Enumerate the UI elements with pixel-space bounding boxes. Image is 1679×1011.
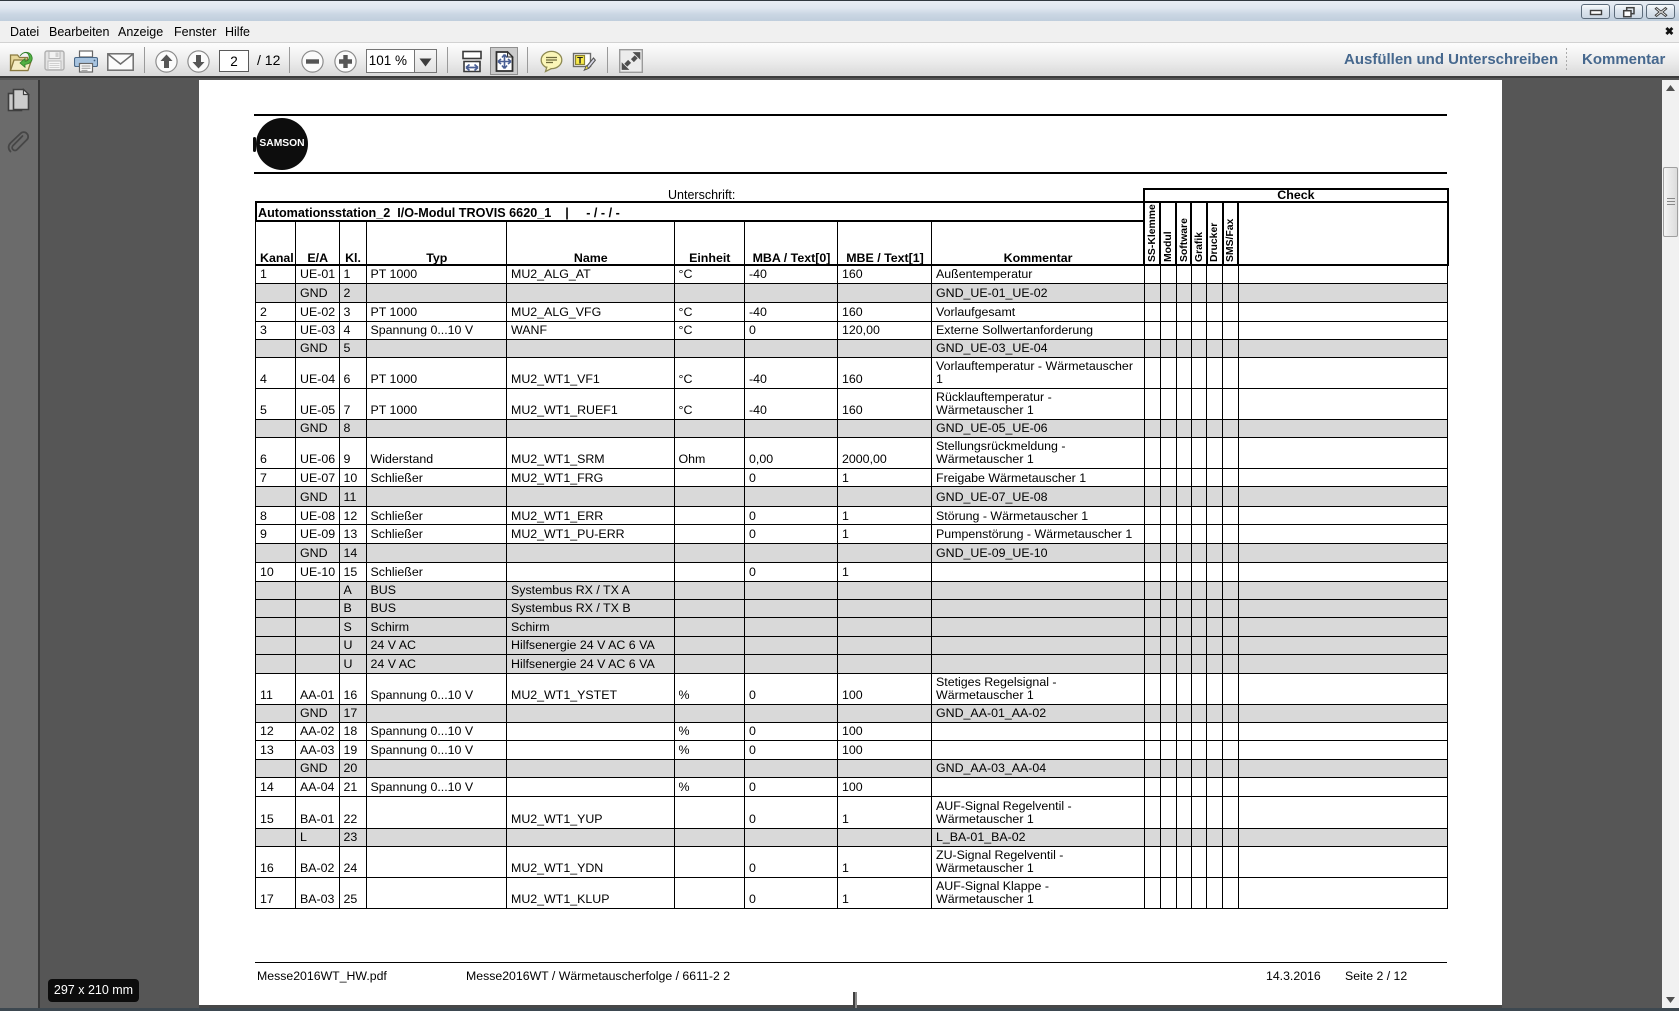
svg-text:T: T xyxy=(577,55,583,66)
